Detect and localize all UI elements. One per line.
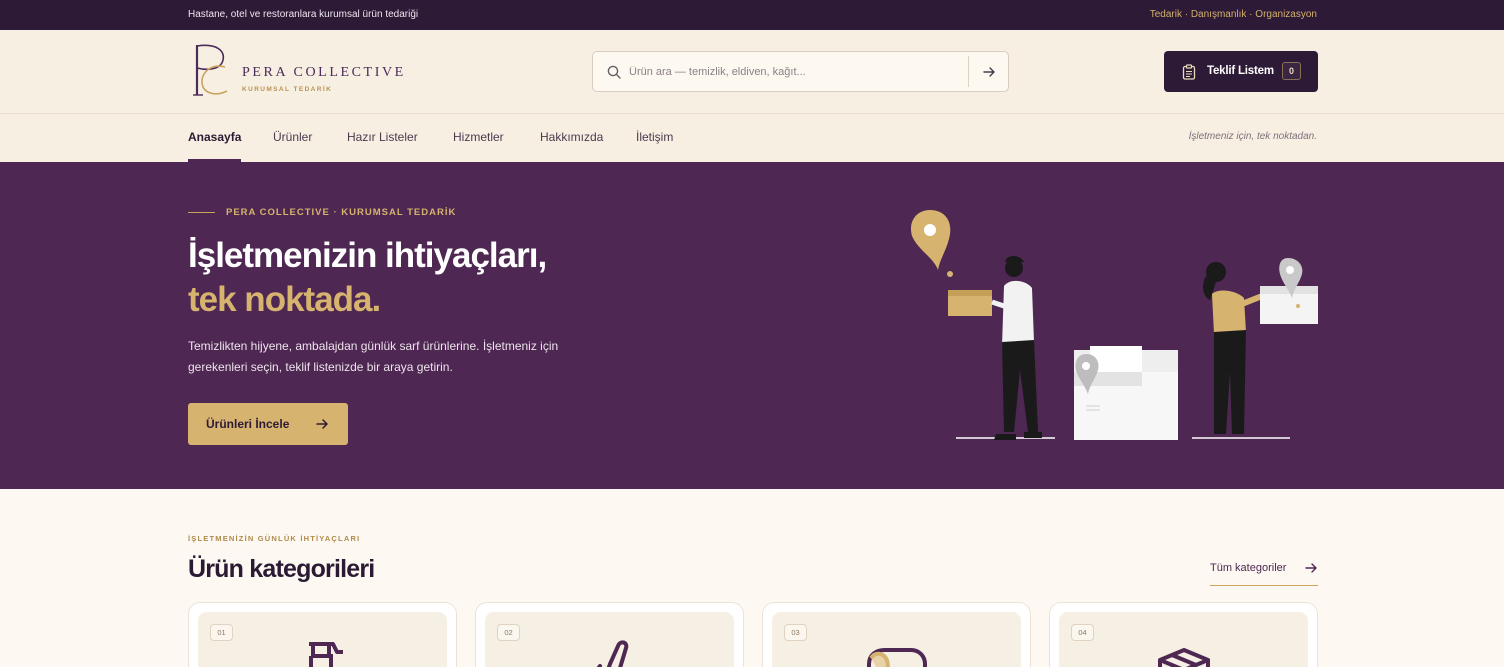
- category-number: 04: [1071, 624, 1094, 641]
- spray-bottle-icon: [309, 642, 343, 667]
- search-input[interactable]: [629, 53, 959, 90]
- hero-eyebrow: PERA COLLECTIVE · KURUMSAL TEDARİK: [226, 207, 457, 218]
- nav-item-services[interactable]: Hizmetler: [453, 130, 504, 144]
- box-icon: [1158, 648, 1210, 667]
- category-number: 01: [210, 624, 233, 641]
- brand-subtitle: KURUMSAL TEDARİK: [242, 86, 333, 93]
- categories-title: Ürün kategorileri: [188, 555, 375, 583]
- category-card[interactable]: 04: [1049, 602, 1318, 667]
- quote-count-badge: 0: [1282, 62, 1301, 80]
- all-categories-label: Tüm kategoriler: [1210, 562, 1287, 574]
- search-submit-button[interactable]: [969, 52, 1009, 91]
- hero-title: İşletmenizin ihtiyaçları, tek noktada.: [188, 234, 547, 322]
- category-card[interactable]: 02: [475, 602, 744, 667]
- arrow-right-icon: [316, 419, 328, 429]
- arrow-right-icon: [983, 66, 995, 77]
- search-bar: [592, 51, 1009, 92]
- category-card-body: 01: [198, 612, 447, 667]
- quote-list-button[interactable]: Teklif Listem 0: [1164, 51, 1318, 92]
- nav-item-contact[interactable]: İletişim: [636, 130, 673, 144]
- category-card-body: 02: [485, 612, 734, 667]
- brand-name: PERA COLLECTIVE: [242, 65, 406, 80]
- category-number: 02: [497, 624, 520, 641]
- categories-eyebrow: İŞLETMENİZİN GÜNLÜK İHTİYAÇLARI: [188, 534, 361, 543]
- category-card-body: 04: [1059, 612, 1308, 667]
- delivery-illustration: [910, 210, 1318, 440]
- hero-title-line2: tek noktada.: [188, 280, 381, 319]
- hero-description: Temizlikten hijyene, ambalajdan günlük s…: [188, 339, 559, 374]
- nav-item-about[interactable]: Hakkımızda: [540, 130, 603, 144]
- hero-section: PERA COLLECTIVE · KURUMSAL TEDARİK İşlet…: [0, 162, 1504, 489]
- browse-products-button[interactable]: Ürünleri İncele: [188, 403, 348, 445]
- category-card[interactable]: 01: [188, 602, 457, 667]
- quote-list-label: Teklif Listem: [1207, 65, 1274, 77]
- eyebrow-divider: [188, 212, 215, 213]
- topbar-announcement: Hastane, otel ve restoranlara kurumsal ü…: [188, 9, 419, 20]
- nav-tagline: İşletmeniz için, tek noktadan.: [1188, 131, 1317, 142]
- nav-item-products[interactable]: Ürünler: [273, 130, 312, 144]
- all-categories-link[interactable]: Tüm kategoriler: [1210, 561, 1318, 586]
- category-number: 03: [784, 624, 807, 641]
- glove-icon: [596, 640, 629, 667]
- search-icon: [607, 65, 621, 79]
- hero-title-line1: İşletmenizin ihtiyaçları,: [188, 236, 547, 275]
- cta-label: Ürünleri İncele: [206, 417, 290, 431]
- topbar-services: Tedarik · Danışmanlık · Organizasyon: [1149, 9, 1317, 20]
- top-bar: Hastane, otel ve restoranlara kurumsal ü…: [0, 0, 1504, 30]
- brand-logo[interactable]: PERA COLLECTIVE KURUMSAL TEDARİK: [191, 41, 431, 101]
- category-card-body: 03: [772, 612, 1021, 667]
- clipboard-icon: [1182, 64, 1196, 80]
- logo-monogram-icon: [193, 44, 228, 96]
- nav-item-home[interactable]: Anasayfa: [188, 130, 241, 144]
- nav-item-ready-lists[interactable]: Hazır Listeler: [347, 130, 418, 144]
- category-card[interactable]: 03: [762, 602, 1031, 667]
- site-header: PERA COLLECTIVE KURUMSAL TEDARİK Teklif …: [0, 30, 1504, 114]
- main-nav: Anasayfa Ürünler Hazır Listeler Hizmetle…: [0, 114, 1504, 162]
- paper-roll-icon: [867, 648, 927, 667]
- arrow-right-icon: [1305, 563, 1317, 573]
